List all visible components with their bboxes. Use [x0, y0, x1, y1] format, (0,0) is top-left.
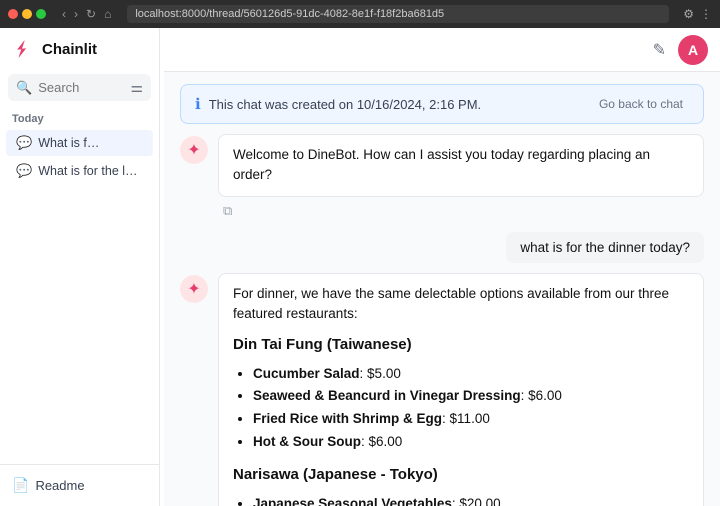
readme-item[interactable]: 📄 Readme	[10, 473, 149, 498]
minimize-window-button[interactable]	[22, 9, 32, 19]
bot-icon: ✦	[187, 140, 200, 160]
home-button[interactable]: ⌂	[102, 7, 113, 21]
search-bar-container: 🔍 ⚌	[8, 74, 151, 101]
sidebar-item-lunch[interactable]: 💬 What is for the lunch today?	[6, 158, 153, 184]
sidebar-footer: 📄 Readme	[0, 464, 159, 506]
sidebar-item-dinner[interactable]: 💬 What is for the dinner t... ✎ 🗑	[6, 130, 153, 156]
readme-icon: 📄	[12, 477, 29, 494]
restaurant-1-name: Din Tai Fung (Taiwanese)	[233, 334, 689, 357]
chat-main: ✎ A ℹ This chat was created on 10/16/202…	[164, 28, 720, 506]
bot-avatar: ✦	[180, 136, 208, 164]
today-label: Today	[0, 105, 159, 129]
user-avatar-button[interactable]: A	[678, 35, 708, 65]
app: Chainlit 🔍 ⚌ Today 💬 What is for the din…	[0, 28, 720, 506]
edit-chat-button[interactable]: ✎	[109, 136, 122, 151]
logo-text: Chainlit	[42, 41, 97, 58]
item-name: Hot & Sour Soup	[253, 434, 361, 449]
restaurant-1: Din Tai Fung (Taiwanese) Cucumber Salad:…	[233, 334, 689, 454]
chainlit-logo-icon	[12, 38, 34, 60]
list-item: Fried Rice with Shrimp & Egg: $11.00	[253, 408, 689, 431]
browser-bar: ‹ › ↻ ⌂ localhost:8000/thread/560126d5-9…	[0, 0, 720, 28]
close-window-button[interactable]	[8, 9, 18, 19]
chat-icon-2: 💬	[16, 163, 32, 179]
sidebar: Chainlit 🔍 ⚌ Today 💬 What is for the din…	[0, 28, 160, 506]
bot-avatar-2: ✦	[180, 275, 208, 303]
window-controls	[8, 9, 46, 19]
user-message-dinner: what is for the dinner today?	[180, 232, 704, 263]
item-name: Seaweed & Beancurd in Vinegar Dressing	[253, 388, 521, 403]
sidebar-header: Chainlit	[0, 28, 159, 70]
item-price: $20.00	[459, 496, 500, 506]
item-price: $5.00	[367, 366, 401, 381]
chat-icon: 💬	[16, 135, 32, 151]
bot-message-welcome: ✦ Welcome to DineBot. How can I assist y…	[180, 134, 704, 222]
info-banner-text: This chat was created on 10/16/2024, 2:1…	[209, 97, 585, 112]
restaurant-2-items: Japanese Seasonal Vegetables: $20.00 Fir…	[233, 493, 689, 506]
item-name: Fried Rice with Shrimp & Egg	[253, 411, 442, 426]
bot-message-content: Welcome to DineBot. How can I assist you…	[218, 134, 704, 222]
bot-message-menu: ✦ For dinner, we have the same delectabl…	[180, 273, 704, 506]
search-icon: 🔍	[16, 80, 32, 96]
restaurant-1-items: Cucumber Salad: $5.00 Seaweed & Beancurd…	[233, 363, 689, 455]
list-item: Hot & Sour Soup: $6.00	[253, 431, 689, 454]
item-price: $6.00	[528, 388, 562, 403]
maximize-window-button[interactable]	[36, 9, 46, 19]
restaurant-2: Narisawa (Japanese - Tokyo) Japanese Sea…	[233, 464, 689, 506]
messages-container[interactable]: ℹ This chat was created on 10/16/2024, 2…	[164, 72, 720, 506]
sidebar-item-dinner-label: What is for the dinner t...	[38, 136, 103, 150]
chat-header: ✎ A	[164, 28, 720, 72]
search-input[interactable]	[38, 80, 124, 95]
bot-icon-2: ✦	[187, 279, 200, 299]
list-item: Seaweed & Beancurd in Vinegar Dressing: …	[253, 385, 689, 408]
bot-welcome-text: Welcome to DineBot. How can I assist you…	[233, 147, 650, 182]
item-name: Japanese Seasonal Vegetables	[253, 496, 452, 506]
readme-label: Readme	[35, 478, 84, 493]
go-back-button[interactable]: Go back to chat	[593, 94, 689, 114]
item-price: $11.00	[450, 411, 490, 426]
bot-menu-bubble: For dinner, we have the same delectable …	[218, 273, 704, 506]
forward-button[interactable]: ›	[72, 7, 80, 21]
user-text: what is for the dinner today?	[520, 240, 690, 255]
browser-toolbar-icons: ⚙ ⋮	[683, 7, 712, 21]
info-banner: ℹ This chat was created on 10/16/2024, 2…	[180, 84, 704, 124]
url-text: localhost:8000/thread/560126d5-91dc-4082…	[135, 8, 444, 20]
address-bar[interactable]: localhost:8000/thread/560126d5-91dc-4082…	[127, 5, 669, 23]
new-chat-button[interactable]: ✎	[649, 36, 670, 64]
sidebar-item-lunch-label: What is for the lunch today?	[38, 164, 143, 178]
menu-icon[interactable]: ⋮	[700, 7, 712, 21]
menu-intro: For dinner, we have the same delectable …	[233, 284, 689, 325]
filter-icon[interactable]: ⚌	[130, 79, 143, 96]
item-name: Cucumber Salad	[253, 366, 360, 381]
reload-button[interactable]: ↻	[84, 7, 98, 21]
list-item: Cucumber Salad: $5.00	[253, 363, 689, 386]
bot-menu-content: For dinner, we have the same delectable …	[218, 273, 704, 506]
info-icon: ℹ	[195, 95, 201, 113]
back-button[interactable]: ‹	[60, 7, 68, 21]
copy-button[interactable]: ⧉	[218, 200, 237, 222]
delete-chat-button[interactable]: 🗑	[125, 136, 143, 151]
bot-bubble: Welcome to DineBot. How can I assist you…	[218, 134, 704, 197]
list-item: Japanese Seasonal Vegetables: $20.00	[253, 493, 689, 506]
browser-navigation: ‹ › ↻ ⌂	[60, 7, 113, 21]
item-price: $6.00	[369, 434, 403, 449]
user-bubble: what is for the dinner today?	[506, 232, 704, 263]
restaurant-2-name: Narisawa (Japanese - Tokyo)	[233, 464, 689, 487]
extensions-icon[interactable]: ⚙	[683, 7, 694, 21]
